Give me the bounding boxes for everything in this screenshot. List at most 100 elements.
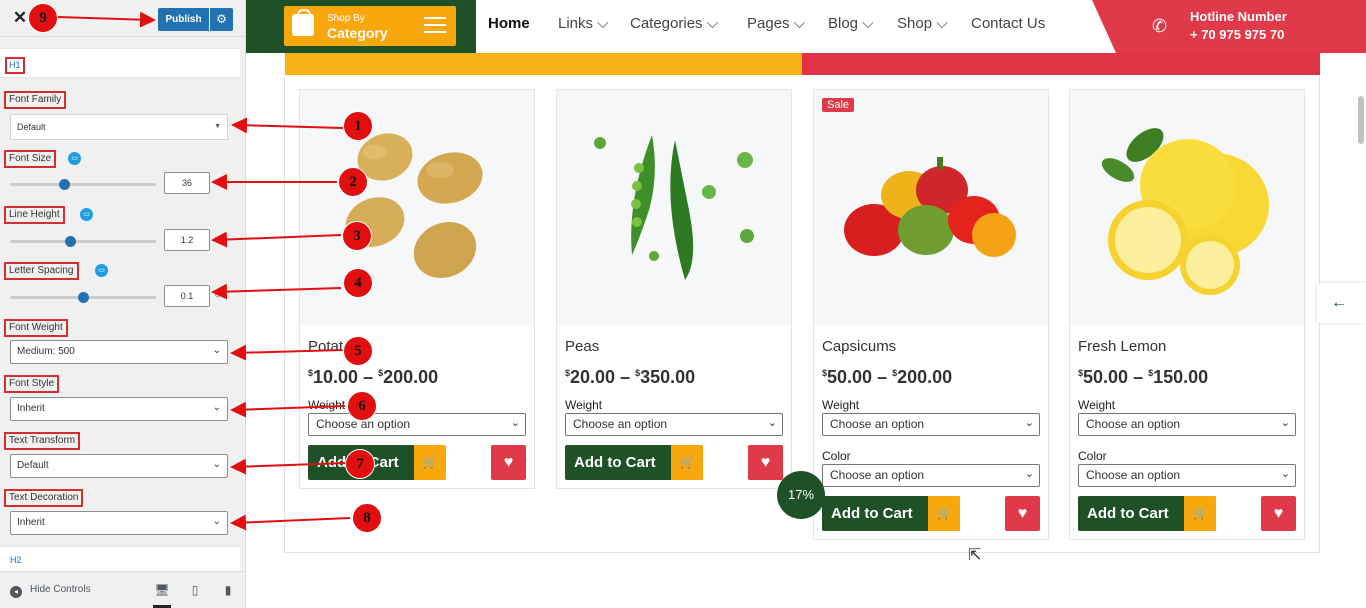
hotline-number: + 70 975 975 70 — [1190, 27, 1285, 42]
mouse-cursor-icon: ⇱ — [968, 547, 982, 564]
text-transform-select[interactable]: Default ⌄ — [10, 454, 228, 478]
h1-section[interactable]: H1 — [0, 48, 240, 78]
product-price: $50.00 – $150.00 — [1078, 367, 1209, 387]
discount-badge: 17% — [777, 471, 825, 519]
font-weight-label: Font Weight — [4, 319, 68, 337]
nav-blog[interactable]: Blog ⌵ — [828, 15, 874, 32]
product-price: $50.00 – $200.00 — [822, 367, 953, 387]
text-decoration-value: Inherit — [17, 517, 45, 528]
shopping-bag-icon — [292, 9, 314, 36]
letter-spacing-slider[interactable] — [10, 292, 156, 303]
product-card[interactable]: Peas $20.00 – $350.00 Weight Choose an o… — [556, 89, 792, 489]
font-family-select[interactable]: Default ▼ — [10, 114, 228, 140]
wishlist-button[interactable]: ♥ — [1005, 496, 1040, 531]
gear-icon[interactable]: ⚙ — [210, 8, 233, 31]
scrollbar[interactable] — [1358, 96, 1364, 144]
nav-pages[interactable]: Pages ⌵ — [747, 15, 805, 32]
desktop-icon[interactable]: 🖥 — [153, 582, 171, 608]
line-height-slider-handle[interactable] — [65, 236, 76, 247]
chevron-down-icon: ⌄ — [212, 402, 221, 413]
tablet-icon[interactable]: ▯ — [186, 582, 204, 598]
reset-icon[interactable]: ↺ — [214, 177, 222, 188]
category-bar: Shop By Category — [246, 0, 476, 53]
add-to-cart-button[interactable]: Add to Cart🛒 — [822, 496, 960, 531]
customizer-footer: ◂ Hide Controls 🖥 ▯ ▮ — [0, 571, 245, 608]
line-height-input[interactable]: 1.2 — [164, 229, 210, 251]
product-name[interactable]: Fresh Lemon — [1078, 338, 1166, 355]
annotation-badge: 1 — [343, 111, 373, 141]
font-size-input[interactable]: 36 — [164, 172, 210, 194]
add-to-cart-button[interactable]: Add to Cart🛒 — [565, 445, 703, 480]
h2-section[interactable]: H2 — [0, 546, 240, 572]
chevron-down-icon: ⌄ — [212, 345, 221, 356]
wishlist-button[interactable]: ♥ — [491, 445, 526, 480]
publish-button[interactable]: Publish — [158, 8, 209, 31]
category-text: Category — [327, 25, 388, 41]
device-icon[interactable]: ▭ — [95, 264, 108, 277]
product-card[interactable]: Fresh Lemon $50.00 – $150.00 Weight Choo… — [1069, 89, 1305, 540]
annotation-badge: 3 — [342, 221, 372, 251]
nav-home[interactable]: Home — [488, 15, 530, 32]
close-icon[interactable]: ✕ — [10, 8, 30, 28]
letter-spacing-slider-handle[interactable] — [78, 292, 89, 303]
product-name[interactable]: Potat — [308, 338, 343, 355]
weight-select[interactable]: Choose an option ⌄ — [565, 413, 783, 436]
product-name[interactable]: Peas — [565, 338, 599, 355]
shop-by-category-button[interactable]: Shop By Category — [284, 6, 456, 46]
font-size-slider-handle[interactable] — [59, 179, 70, 190]
nav-links[interactable]: Links ⌵ — [558, 15, 609, 32]
color-label: Color — [1078, 449, 1107, 463]
chevron-down-icon: ⌄ — [212, 516, 221, 527]
device-icon[interactable]: ▭ — [68, 152, 81, 165]
promo-banner-red[interactable] — [802, 53, 1320, 75]
weight-label: Weight — [1078, 398, 1116, 412]
wishlist-button[interactable]: ♥ — [748, 445, 783, 480]
weight-select[interactable]: Choose an option ⌄ — [308, 413, 526, 436]
font-weight-select[interactable]: Medium: 500 ⌄ — [10, 340, 228, 364]
hotline-block[interactable]: ✆ Hotline Number + 70 975 975 70 — [1092, 0, 1366, 53]
product-image[interactable] — [300, 90, 534, 325]
color-label: Color — [822, 449, 851, 463]
weight-select[interactable]: Choose an option ⌄ — [822, 413, 1040, 436]
peas-image — [594, 135, 754, 280]
line-height-slider[interactable] — [10, 236, 156, 247]
product-image[interactable] — [557, 90, 791, 325]
weight-select[interactable]: Choose an option ⌄ — [1078, 413, 1296, 436]
reset-icon[interactable]: ↺ — [214, 234, 222, 245]
line-height-label: Line Height — [4, 206, 65, 224]
letter-spacing-input[interactable]: 0.1 — [164, 285, 210, 307]
reset-icon[interactable]: ↺ — [214, 290, 222, 301]
hide-controls-label: Hide Controls — [30, 584, 91, 595]
promo-banner-yellow[interactable] — [285, 53, 802, 75]
chevron-down-icon: ⌄ — [1024, 468, 1034, 480]
font-style-select[interactable]: Inherit ⌄ — [10, 397, 228, 421]
product-image[interactable] — [1070, 90, 1304, 325]
cart-icon: 🛒 — [928, 496, 960, 531]
chevron-down-icon: ⌄ — [1280, 417, 1290, 429]
text-decoration-select[interactable]: Inherit ⌄ — [10, 511, 228, 535]
color-select[interactable]: Choose an option ⌄ — [822, 464, 1040, 487]
text-decoration-label: Text Decoration — [4, 489, 84, 507]
font-size-slider[interactable] — [10, 179, 156, 190]
product-image[interactable] — [814, 90, 1048, 325]
lemons-image — [1101, 128, 1269, 295]
mobile-icon[interactable]: ▮ — [219, 582, 237, 598]
text-transform-value: Default — [17, 460, 49, 471]
nav-categories[interactable]: Categories ⌵ — [630, 15, 718, 32]
device-icon[interactable]: ▭ — [80, 208, 93, 221]
add-to-cart-button[interactable]: Add to Cart🛒 — [308, 445, 446, 480]
cart-icon: 🛒 — [414, 445, 446, 480]
product-card[interactable]: Sale Capsicums $50.00 – $200.00 Weight C… — [813, 89, 1049, 540]
product-card[interactable]: Potat $10.00 – $200.00 Weight Choose an … — [299, 89, 535, 489]
nav-shop[interactable]: Shop ⌵ — [897, 15, 948, 32]
nav-contact[interactable]: Contact Us — [971, 15, 1045, 32]
color-select[interactable]: Choose an option ⌄ — [1078, 464, 1296, 487]
annotation-badge: 2 — [338, 167, 368, 197]
wishlist-button[interactable]: ♥ — [1261, 496, 1296, 531]
add-to-cart-button[interactable]: Add to Cart🛒 — [1078, 496, 1216, 531]
cart-icon: 🛒 — [671, 445, 703, 480]
product-name[interactable]: Capsicums — [822, 338, 896, 355]
arrow-left-icon[interactable]: ← — [1317, 283, 1366, 323]
hide-controls-button[interactable]: ◂ Hide Controls — [10, 584, 91, 598]
chevron-down-icon: ⌄ — [510, 417, 520, 429]
